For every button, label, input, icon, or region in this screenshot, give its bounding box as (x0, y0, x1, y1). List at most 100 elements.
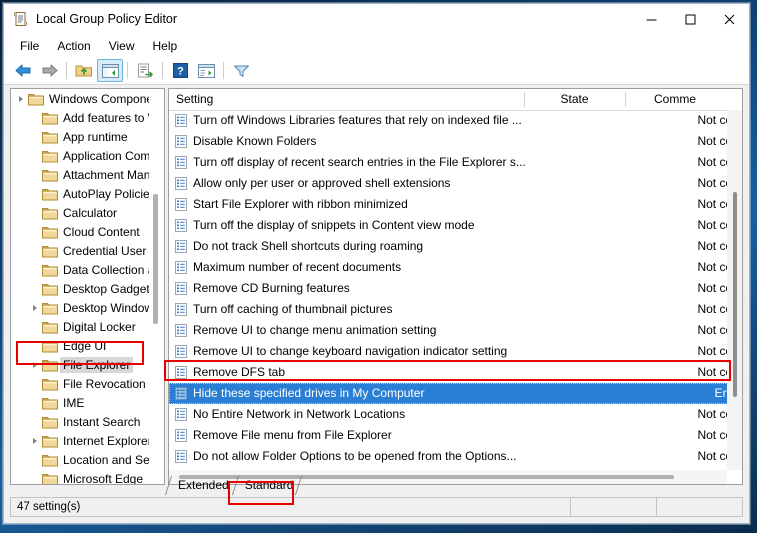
tree-item-label: Internet Explorer (63, 434, 152, 448)
table-row[interactable]: Turn off caching of thumbnail picturesNo… (169, 299, 742, 320)
tree-item-edge-ui[interactable]: Edge UI (11, 336, 164, 355)
maximize-button[interactable] (671, 4, 710, 34)
policy-setting-icon (175, 198, 187, 211)
table-row[interactable]: Do not allow Folder Options to be opened… (169, 446, 742, 467)
table-row[interactable]: Turn off display of recent search entrie… (169, 152, 742, 173)
policy-setting-icon (175, 324, 187, 337)
console-tree-pane: Windows Component Add features to Wi App r… (10, 88, 165, 485)
tree-item-internet-explorer[interactable]: Internet Explorer (11, 431, 164, 450)
tree-item-label: File Explorer (60, 357, 133, 373)
tree-item-file-revocation[interactable]: File Revocation (11, 374, 164, 393)
toolbar-separator (223, 62, 224, 79)
policy-setting-icon (175, 156, 187, 169)
tree-spacer (27, 393, 42, 412)
table-row[interactable]: Hide these specified drives in My Comput… (169, 383, 742, 404)
tree-item-label: Windows Component (49, 92, 163, 106)
folder-icon (42, 358, 58, 372)
policy-setting-icon (175, 408, 187, 421)
menu-action[interactable]: Action (48, 36, 99, 56)
console-tree[interactable]: Windows Component Add features to Wi App r… (11, 89, 164, 484)
table-row[interactable]: Do not track Shell shortcuts during roam… (169, 236, 742, 257)
tab-standard-label: Standard (245, 478, 294, 492)
folder-icon (42, 282, 58, 296)
list-vertical-scrollbar[interactable] (727, 110, 742, 470)
tree-vertical-scrollbar[interactable] (149, 89, 164, 484)
menu-file[interactable]: File (11, 36, 48, 56)
table-row[interactable]: Maximum number of recent documentsNot co… (169, 257, 742, 278)
folder-icon (42, 415, 58, 429)
folder-icon (42, 225, 58, 239)
tree-item-credential-user-int[interactable]: Credential User Int (11, 241, 164, 260)
back-icon[interactable] (10, 59, 36, 82)
table-row[interactable]: Start File Explorer with ribbon minimize… (169, 194, 742, 215)
table-row[interactable]: Disable Known FoldersNot configuredNo (169, 131, 742, 152)
tree-item-desktop-window-m[interactable]: Desktop Window M (11, 298, 164, 317)
properties-icon[interactable] (193, 59, 219, 82)
table-row[interactable]: Remove CD Burning featuresNot configured… (169, 278, 742, 299)
close-button[interactable] (710, 4, 749, 34)
tree-item-label: Add features to Wi (63, 111, 162, 125)
status-divider (570, 498, 571, 516)
list-scroll-thumb[interactable] (733, 192, 737, 397)
table-row[interactable]: Turn off Windows Libraries features that… (169, 110, 742, 131)
tree-spacer (27, 222, 42, 241)
tree-item-data-collection-an[interactable]: Data Collection an (11, 260, 164, 279)
tree-item-microsoft-edge[interactable]: Microsoft Edge (11, 469, 164, 485)
chevron-right-icon[interactable] (27, 298, 42, 317)
tree-item-desktop-gadgets[interactable]: Desktop Gadgets (11, 279, 164, 298)
tree-item-attachment-mana[interactable]: Attachment Mana (11, 165, 164, 184)
minimize-button[interactable] (632, 4, 671, 34)
chevron-right-icon[interactable] (13, 89, 28, 108)
setting-name: Remove UI to change keyboard navigation … (193, 341, 507, 362)
folder-icon (42, 301, 58, 315)
forward-icon[interactable] (36, 59, 62, 82)
table-row[interactable]: Remove UI to change menu animation setti… (169, 320, 742, 341)
tree-item-app-runtime[interactable]: App runtime (11, 127, 164, 146)
setting-name: Do not track Shell shortcuts during roam… (193, 236, 423, 257)
menu-help[interactable]: Help (144, 36, 187, 56)
toolbar-separator (127, 62, 128, 79)
column-header-comment[interactable]: Comme (625, 89, 725, 110)
tab-standard[interactable]: Standard (235, 476, 300, 495)
tree-item-windows-component[interactable]: Windows Component (11, 89, 164, 108)
table-row[interactable]: Remove DFS tabNot configuredNo (169, 362, 742, 383)
settings-list-pane: Setting State Comme Turn off Windows Lib… (168, 88, 743, 485)
setting-name: Maximum number of recent documents (193, 257, 401, 278)
tab-extended[interactable]: Extended (168, 476, 235, 495)
tree-scroll-thumb[interactable] (153, 194, 158, 324)
tree-item-file-explorer[interactable]: File Explorer (11, 355, 164, 374)
tree-item-autoplay-policies[interactable]: AutoPlay Policies (11, 184, 164, 203)
folder-icon (42, 434, 58, 448)
tree-item-location-and-sens[interactable]: Location and Sens (11, 450, 164, 469)
chevron-right-icon[interactable] (27, 431, 42, 450)
column-header-setting[interactable]: Setting (176, 89, 213, 110)
tree-spacer (27, 203, 42, 222)
tree-item-label: Instant Search (63, 415, 140, 429)
table-row[interactable]: Turn off the display of snippets in Cont… (169, 215, 742, 236)
tree-item-cloud-content[interactable]: Cloud Content (11, 222, 164, 241)
tree-item-digital-locker[interactable]: Digital Locker (11, 317, 164, 336)
tree-item-instant-search[interactable]: Instant Search (11, 412, 164, 431)
tree-item-calculator[interactable]: Calculator (11, 203, 164, 222)
column-header-state[interactable]: State (524, 89, 625, 110)
toolbar: ? (4, 57, 749, 85)
tree-item-application-comp[interactable]: Application Comp (11, 146, 164, 165)
menu-view[interactable]: View (100, 36, 144, 56)
chevron-right-icon[interactable] (27, 355, 42, 374)
table-row[interactable]: Allow only per user or approved shell ex… (169, 173, 742, 194)
settings-list[interactable]: Turn off Windows Libraries features that… (169, 110, 742, 470)
show-tree-icon[interactable] (97, 59, 123, 82)
folder-icon (42, 320, 58, 334)
tree-item-add-features-to-wi[interactable]: Add features to Wi (11, 108, 164, 127)
folder-icon (42, 244, 58, 258)
help-icon[interactable]: ? (167, 59, 193, 82)
tree-item-ime[interactable]: IME (11, 393, 164, 412)
tree-item-label: App runtime (63, 130, 128, 144)
up-folder-icon[interactable] (71, 59, 97, 82)
table-row[interactable]: Remove UI to change keyboard navigation … (169, 341, 742, 362)
export-list-icon[interactable] (132, 59, 158, 82)
table-row[interactable]: No Entire Network in Network LocationsNo… (169, 404, 742, 425)
filter-icon[interactable] (228, 59, 254, 82)
status-divider (656, 498, 657, 516)
table-row[interactable]: Remove File menu from File ExplorerNot c… (169, 425, 742, 446)
